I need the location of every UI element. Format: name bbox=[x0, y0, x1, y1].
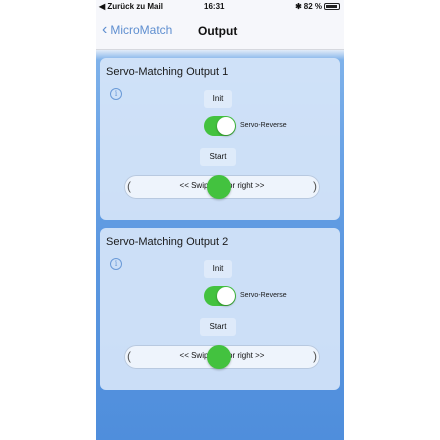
swipe-slider[interactable]: ( << Swipe left or right >> ) bbox=[124, 345, 320, 369]
start-button[interactable]: Start bbox=[200, 148, 236, 166]
init-button[interactable]: Init bbox=[204, 260, 232, 278]
page-title: Output bbox=[198, 24, 238, 38]
servo-reverse-toggle[interactable] bbox=[204, 286, 236, 306]
output-2-card: Servo-Matching Output 2 i Init Servo-Rev… bbox=[100, 228, 340, 390]
swipe-slider[interactable]: ( << Swipe left or right >> ) bbox=[124, 175, 320, 199]
servo-reverse-label: Servo-Reverse bbox=[240, 122, 287, 129]
status-right: ✱ 82 % bbox=[295, 2, 340, 11]
servo-reverse-toggle[interactable] bbox=[204, 116, 236, 136]
output-1-card: Servo-Matching Output 1 i Init Servo-Rev… bbox=[100, 58, 340, 220]
slider-thumb[interactable] bbox=[207, 345, 231, 369]
slider-right-cap: ) bbox=[313, 179, 317, 193]
toggle-knob bbox=[217, 117, 235, 135]
toggle-knob bbox=[217, 287, 235, 305]
status-time: 16:31 bbox=[204, 2, 225, 11]
output-1-heading: Servo-Matching Output 1 bbox=[106, 66, 229, 78]
slider-thumb[interactable] bbox=[207, 175, 231, 199]
output-2-heading: Servo-Matching Output 2 bbox=[106, 236, 229, 248]
init-button[interactable]: Init bbox=[204, 90, 232, 108]
bluetooth-icon: ✱ bbox=[295, 2, 302, 11]
return-to-mail-link[interactable]: ◀ Zurück zu Mail bbox=[99, 2, 163, 11]
back-button[interactable]: ‹ MicroMatch bbox=[102, 21, 173, 38]
chevron-left-icon: ‹ bbox=[102, 21, 108, 38]
navigation-bar: ‹ MicroMatch Output bbox=[96, 14, 344, 50]
start-button[interactable]: Start bbox=[200, 318, 236, 336]
battery-percentage: 82 % bbox=[303, 2, 322, 11]
back-button-label: MicroMatch bbox=[110, 23, 173, 37]
phone-screen: ◀ Zurück zu Mail 16:31 ✱ 82 % ‹ MicroMat… bbox=[96, 0, 344, 440]
slider-right-cap: ) bbox=[313, 349, 317, 363]
battery-icon bbox=[324, 3, 340, 10]
status-bar: ◀ Zurück zu Mail 16:31 ✱ 82 % bbox=[96, 0, 344, 14]
servo-reverse-label: Servo-Reverse bbox=[240, 292, 287, 299]
info-icon[interactable]: i bbox=[110, 88, 122, 100]
info-icon[interactable]: i bbox=[110, 258, 122, 270]
